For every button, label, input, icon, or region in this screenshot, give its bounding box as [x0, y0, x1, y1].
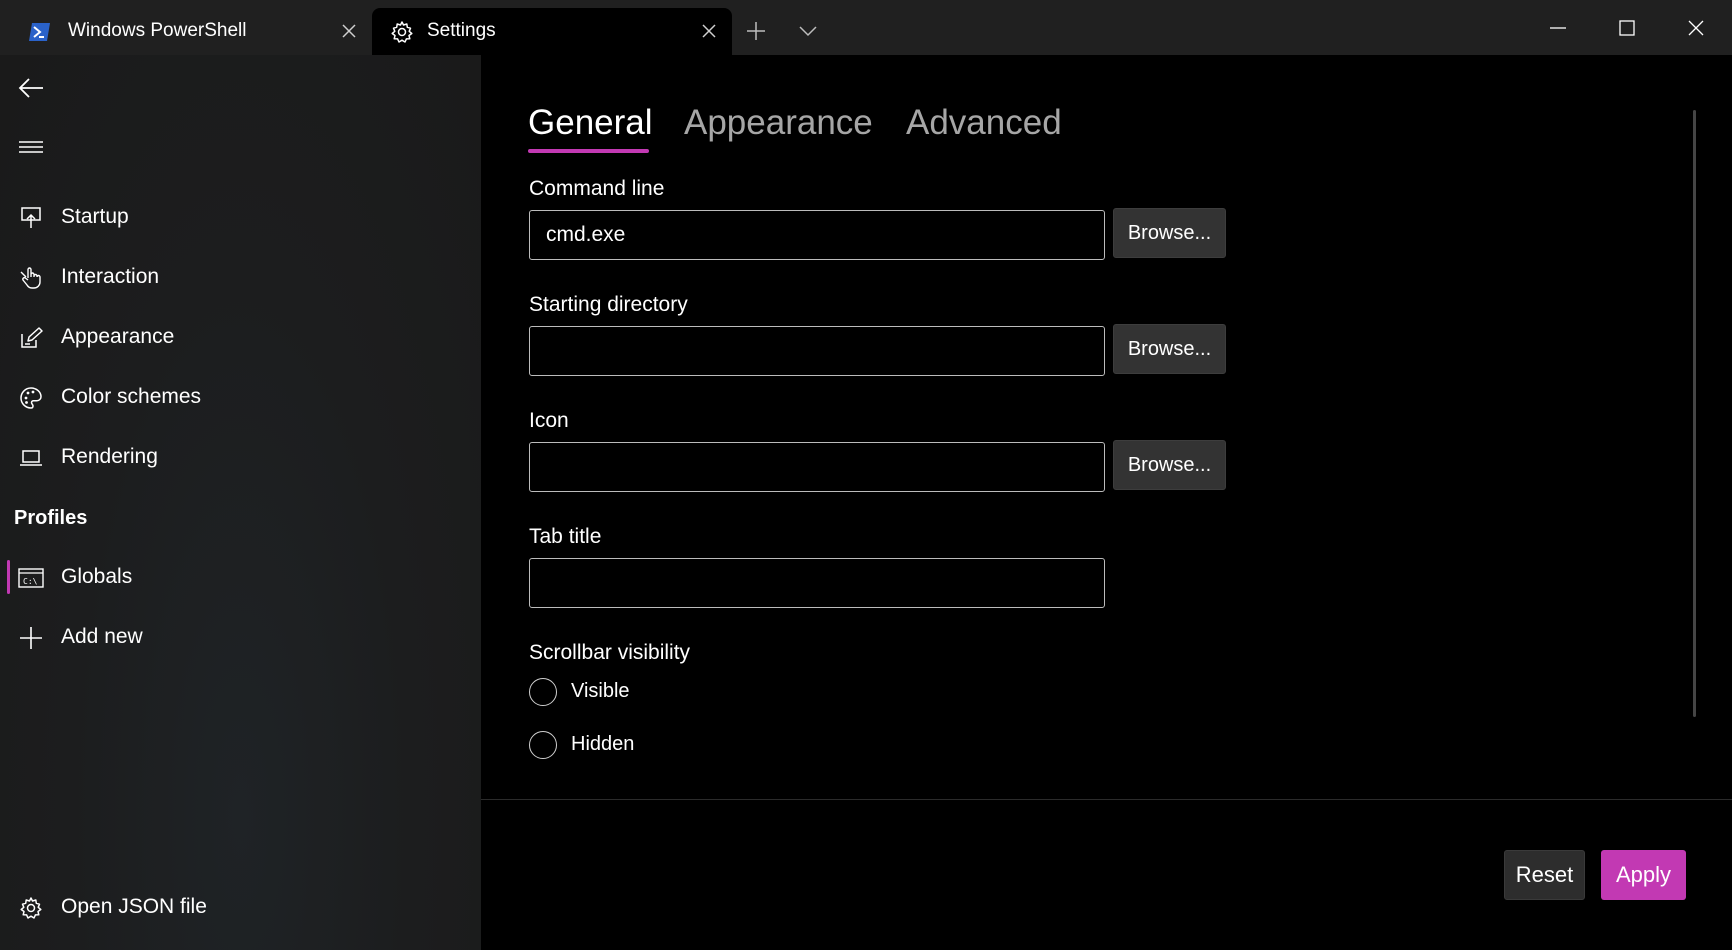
pen-edit-icon — [18, 325, 44, 351]
sidebar-item-label: Color schemes — [61, 385, 202, 408]
minimize-button[interactable] — [1535, 8, 1581, 48]
gear-icon — [18, 895, 44, 921]
radio-button[interactable] — [529, 731, 557, 759]
tab-advanced[interactable]: Advanced — [906, 103, 1062, 143]
sidebar-item-label: Rendering — [61, 445, 158, 468]
sidebar-item-globals[interactable]: C:\ Globals — [0, 553, 481, 601]
plus-icon — [18, 625, 44, 651]
sidebar-item-color-schemes[interactable]: Color schemes — [0, 373, 481, 421]
sidebar-item-label: Globals — [61, 565, 133, 588]
sidebar: Startup Interaction Appearance Color sch… — [0, 55, 481, 950]
radio-button[interactable] — [529, 678, 557, 706]
starting-directory-input[interactable] — [529, 326, 1105, 376]
radio-hidden[interactable]: Hidden — [529, 729, 634, 761]
icon-input[interactable] — [529, 442, 1105, 492]
active-tab-underline — [528, 149, 649, 153]
radio-label: Visible — [571, 680, 630, 702]
sidebar-item-startup[interactable]: Startup — [0, 193, 481, 241]
sidebar-item-rendering[interactable]: Rendering — [0, 433, 481, 481]
sidebar-item-add-new[interactable]: Add new — [0, 613, 481, 661]
back-arrow-icon[interactable] — [15, 72, 47, 104]
profiles-section-header: Profiles — [14, 507, 88, 529]
sidebar-item-appearance[interactable]: Appearance — [0, 313, 481, 361]
tab-settings[interactable]: Settings — [372, 8, 732, 55]
tab-general[interactable]: General — [528, 103, 653, 143]
starting-directory-browse-button[interactable]: Browse... — [1113, 324, 1226, 374]
scrollbar[interactable] — [1693, 110, 1696, 717]
hamburger-menu-icon[interactable] — [15, 131, 47, 163]
maximize-button[interactable] — [1604, 8, 1650, 48]
new-tab-button[interactable] — [740, 16, 772, 46]
sidebar-item-label: Interaction — [61, 265, 160, 288]
apply-button[interactable]: Apply — [1601, 850, 1686, 900]
command-line-browse-button[interactable]: Browse... — [1113, 208, 1226, 258]
tab-title-label: Tab title — [529, 525, 602, 548]
settings-content: General Appearance Advanced Command line… — [481, 55, 1732, 950]
hand-pointer-icon — [18, 265, 44, 291]
icon-browse-button[interactable]: Browse... — [1113, 440, 1226, 490]
tab-label: Windows PowerShell — [68, 20, 247, 41]
chevron-down-icon[interactable] — [792, 16, 824, 46]
sidebar-item-label: Appearance — [61, 325, 175, 348]
powershell-icon — [28, 20, 52, 44]
laptop-icon — [18, 445, 44, 471]
window-close-button[interactable] — [1673, 8, 1719, 48]
sidebar-item-label: Open JSON file — [61, 895, 207, 918]
close-icon[interactable] — [336, 18, 362, 44]
command-line-label: Command line — [529, 177, 665, 200]
footer-divider — [481, 799, 1732, 800]
icon-label: Icon — [529, 409, 569, 432]
scrollbar-visibility-label: Scrollbar visibility — [529, 641, 691, 664]
sidebar-item-label: Startup — [61, 205, 129, 228]
tab-appearance[interactable]: Appearance — [684, 103, 873, 143]
sidebar-item-open-json[interactable]: Open JSON file — [0, 883, 481, 931]
sidebar-item-label: Add new — [61, 625, 143, 648]
svg-text:C:\: C:\ — [23, 577, 38, 586]
reset-button[interactable]: Reset — [1504, 850, 1585, 900]
terminal-icon: C:\ — [18, 565, 44, 591]
gear-icon — [390, 20, 414, 44]
command-line-input[interactable] — [529, 210, 1105, 260]
startup-icon — [18, 205, 44, 231]
starting-directory-label: Starting directory — [529, 293, 688, 316]
title-bar: Windows PowerShell Settings — [0, 0, 1732, 55]
tab-label: Settings — [427, 20, 496, 41]
radio-visible[interactable]: Visible — [529, 676, 630, 708]
radio-label: Hidden — [571, 733, 635, 755]
tab-windows-powershell[interactable]: Windows PowerShell — [0, 8, 372, 55]
close-icon[interactable] — [696, 18, 722, 44]
palette-icon — [18, 385, 44, 411]
sidebar-item-interaction[interactable]: Interaction — [0, 253, 481, 301]
tab-title-input[interactable] — [529, 558, 1105, 608]
